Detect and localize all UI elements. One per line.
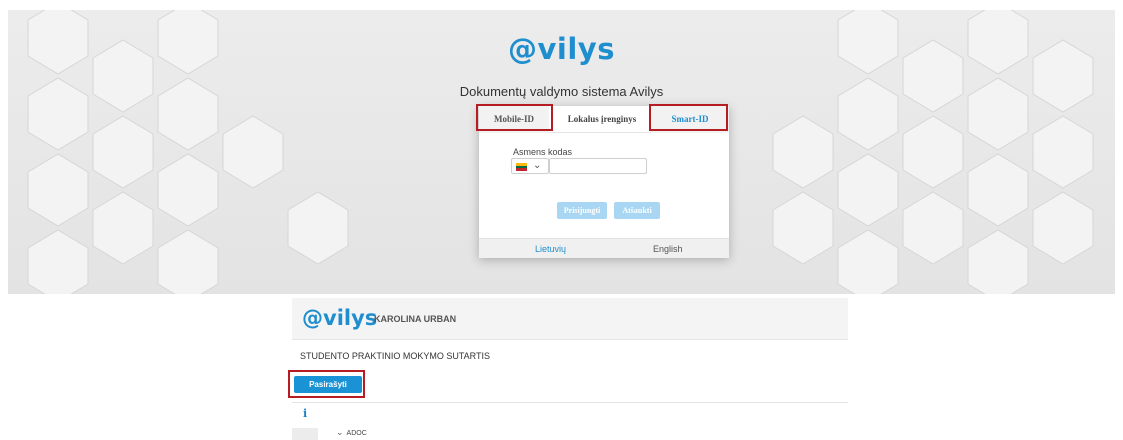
tab-local-device[interactable]: Lokalus įrenginys [557, 106, 647, 133]
avilys-logo-small: @vilys [302, 306, 378, 330]
tree-gutter [292, 428, 318, 440]
tab-mobile-id[interactable]: Mobile-ID [479, 106, 549, 133]
adoc-tree-toggle[interactable]: ⌄ ADOC [336, 427, 367, 438]
chevron-down-icon: ⌄ [336, 427, 344, 437]
document-title: STUDENTO PRAKTINIO MOKYMO SUTARTIS [300, 351, 491, 361]
lithuania-flag-icon [516, 163, 527, 171]
chevron-down-icon: ⌄ [533, 160, 542, 171]
adoc-label: ADOC [346, 430, 367, 437]
document-header: @vilys KAROLINA URBAN [292, 298, 848, 340]
user-name: KAROLINA URBAN [374, 314, 457, 324]
section-divider [292, 402, 848, 403]
personal-code-label: Asmens kodas [513, 147, 573, 157]
cancel-button[interactable]: Atšaukti [614, 202, 660, 219]
login-background: @vilys Dokumentų valdymo sistema Avilys … [8, 10, 1115, 294]
language-switcher: Lietuvių English [479, 238, 729, 258]
personal-code-input[interactable] [549, 158, 647, 174]
connect-button[interactable]: Prisijungti [557, 202, 607, 219]
login-method-tabs: Mobile-ID Lokalus įrenginys Smart-ID [479, 106, 729, 133]
login-card: Mobile-ID Lokalus įrenginys Smart-ID Asm… [479, 106, 729, 258]
tab-smart-id[interactable]: Smart-ID [651, 106, 729, 133]
system-subtitle: Dokumentų valdymo sistema Avilys [459, 84, 664, 99]
avilys-logo: @vilys [508, 32, 615, 66]
language-lithuanian-link[interactable]: Lietuvių [535, 239, 566, 259]
sign-button[interactable]: Pasirašyti [294, 376, 362, 393]
country-select[interactable]: ⌄ [511, 158, 549, 174]
language-english-link[interactable]: English [653, 239, 683, 259]
info-icon[interactable]: i [303, 407, 307, 420]
